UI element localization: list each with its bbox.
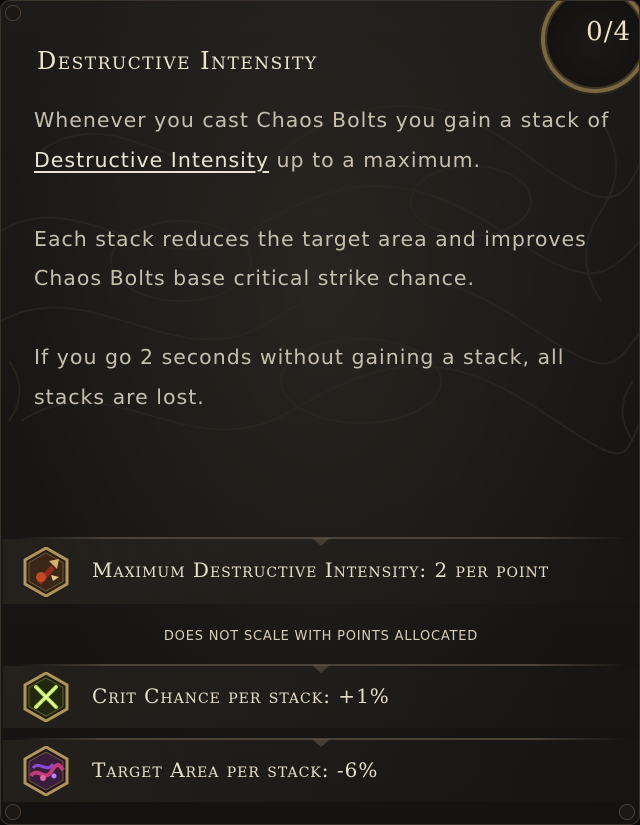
skill-title: Destructive Intensity	[37, 47, 318, 75]
corner-ornament-bottom-right	[619, 804, 635, 820]
skill-description: Whenever you cast Chaos Bolts you gain a…	[34, 101, 619, 457]
description-paragraph-3: If you go 2 seconds without gaining a st…	[34, 345, 565, 409]
description-text: up to a maximum.	[269, 147, 482, 172]
target-area-skill-icon	[21, 745, 71, 797]
destructive-intensity-skill-icon	[21, 546, 71, 598]
scaling-note: does not scale with points allocated	[163, 629, 479, 644]
description-paragraph-2: Each stack reduces the target area and i…	[34, 226, 587, 291]
keyword-link-destructive-intensity[interactable]: Destructive Intensity	[34, 148, 269, 172]
corner-ornament-top-left	[5, 5, 21, 21]
stat-max-destructive-intensity: Maximum Destructive Intensity: 2 per poi…	[92, 558, 550, 582]
description-text: Whenever you cast Chaos Bolts you gain a…	[34, 108, 610, 132]
skill-tooltip: 0/4 Destructive Intensity Whenever you c…	[0, 0, 640, 825]
description-paragraph-1: Whenever you cast Chaos Bolts you gain a…	[34, 101, 619, 180]
corner-ornament-bottom-left	[5, 804, 21, 820]
stat-crit-chance-per-stack: Crit Chance per stack: +1%	[92, 684, 390, 708]
stat-target-area-per-stack: Target Area per stack: -6%	[92, 758, 379, 782]
points-counter: 0/4	[586, 17, 631, 47]
crit-chance-skill-icon	[21, 671, 71, 723]
